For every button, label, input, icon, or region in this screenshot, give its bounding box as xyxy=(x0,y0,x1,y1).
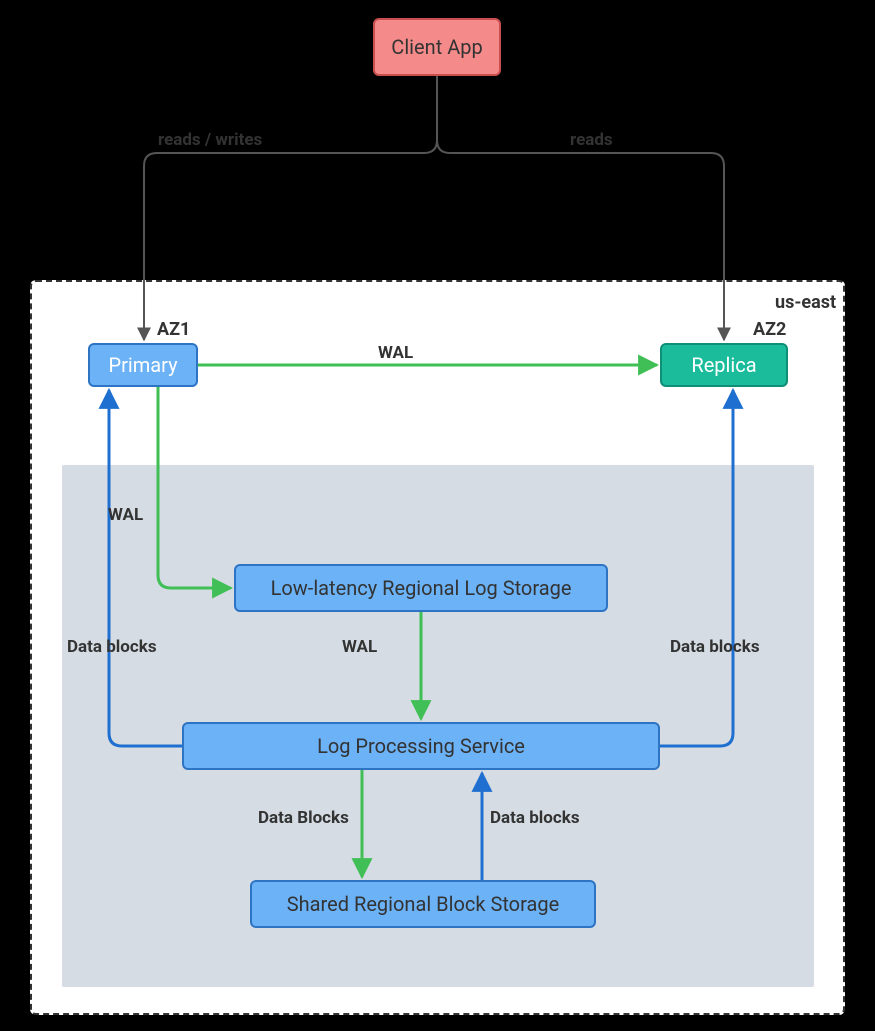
edge-label-service-primary: Data blocks xyxy=(67,637,157,657)
az2-label: AZ2 xyxy=(753,319,786,340)
region-label: us-east xyxy=(775,292,836,313)
replica-label: Replica xyxy=(691,353,756,377)
client-app-label: Client App xyxy=(391,35,482,59)
edge-label-block-service: Data blocks xyxy=(490,808,580,828)
edge-label-logstore-service: WAL xyxy=(342,637,377,657)
log-storage-node: Low-latency Regional Log Storage xyxy=(234,564,608,612)
block-storage-label: Shared Regional Block Storage xyxy=(287,892,559,916)
edge-label-client-primary: reads / writes xyxy=(158,130,262,150)
edge-label-primary-replica: WAL xyxy=(378,343,413,363)
client-app-node: Client App xyxy=(373,18,501,76)
diagram-canvas: Client App us-east AZ1 AZ2 Primary Repli… xyxy=(0,0,875,1031)
edge-label-service-block: Data Blocks xyxy=(258,808,349,828)
az1-label: AZ1 xyxy=(157,319,190,340)
edge-label-client-replica: reads xyxy=(570,130,613,150)
edge-label-service-replica: Data blocks xyxy=(670,637,760,657)
primary-label: Primary xyxy=(108,353,177,377)
block-storage-node: Shared Regional Block Storage xyxy=(250,880,596,928)
replica-node: Replica xyxy=(660,343,788,387)
log-storage-label: Low-latency Regional Log Storage xyxy=(271,576,572,600)
edge-label-primary-logstore: WAL xyxy=(108,505,143,525)
log-service-label: Log Processing Service xyxy=(317,734,525,758)
primary-node: Primary xyxy=(88,343,198,387)
log-service-node: Log Processing Service xyxy=(182,722,660,770)
